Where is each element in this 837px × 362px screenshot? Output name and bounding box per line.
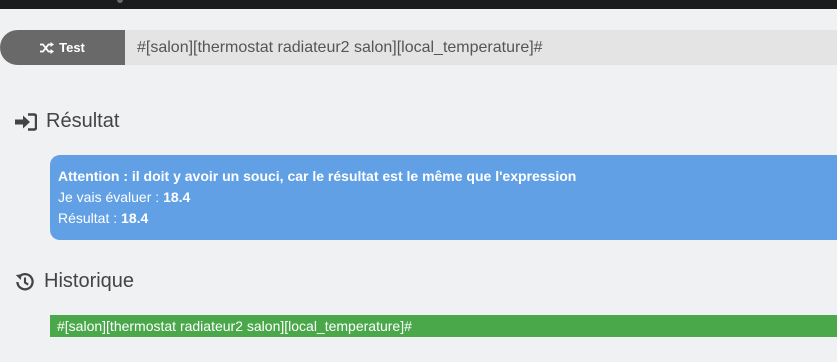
result-value: 18.4: [121, 210, 149, 226]
result-warning: Attention : il doit y avoir un souci, ca…: [58, 168, 577, 184]
result-box: Attention : il doit y avoir un souci, ca…: [50, 155, 837, 240]
history-icon: [15, 272, 34, 290]
evaluate-value: 18.4: [163, 189, 191, 205]
history-item[interactable]: #[salon][thermostat radiateur2 salon][lo…: [50, 315, 837, 337]
result-line: Résultat : 18.4: [58, 208, 837, 229]
result-title: Résultat: [46, 110, 120, 132]
history-title: Historique: [44, 270, 135, 292]
history-header: Historique: [15, 270, 134, 293]
top-bar: [0, 0, 837, 9]
expression-input[interactable]: [125, 30, 837, 65]
result-header: Résultat: [15, 110, 119, 133]
shuffle-icon: [40, 41, 55, 54]
result-label: Résultat :: [58, 210, 122, 226]
test-button-label: Test: [59, 40, 85, 55]
top-bar-marker: [117, 0, 123, 3]
evaluate-line: Je vais évaluer : 18.4: [58, 187, 837, 208]
sign-in-icon: [15, 112, 37, 131]
test-button[interactable]: Test: [0, 30, 125, 65]
evaluate-label: Je vais évaluer :: [58, 189, 164, 205]
test-row: Test: [0, 30, 837, 65]
